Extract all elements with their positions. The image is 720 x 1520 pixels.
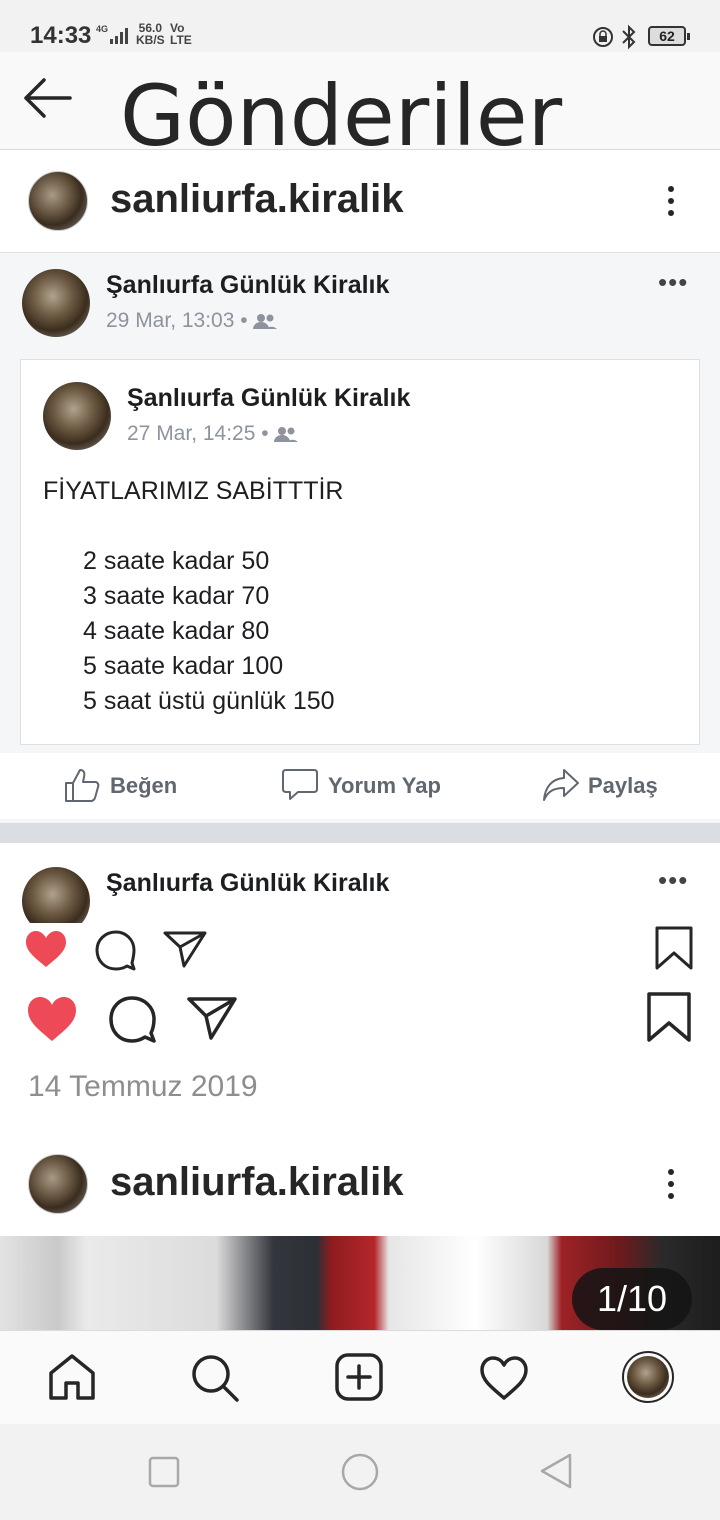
fb-next-avatar <box>22 867 90 923</box>
home-circle-icon[interactable] <box>340 1452 380 1492</box>
net-speed-unit: KB/S <box>136 33 165 47</box>
net-speed: 56.0 KB/S <box>136 22 165 46</box>
comment-bubble-icon <box>282 769 318 800</box>
post-header: sanliurfa.kiralik <box>0 1134 720 1234</box>
volte-indicator: Vo LTE <box>170 22 192 46</box>
fb-inner-time-text: 27 Mar, 14:25 • <box>127 422 269 445</box>
fb-avatar <box>22 269 90 337</box>
fb-next-author: Şanlıurfa Günlük Kiralık <box>106 869 390 897</box>
search-icon[interactable] <box>190 1353 240 1403</box>
add-post-icon[interactable] <box>335 1353 383 1401</box>
friends-icon <box>253 314 278 330</box>
fb-inner-timestamp: 27 Mar, 14:25 • <box>127 422 299 446</box>
more-options-icon[interactable] <box>668 1169 676 1205</box>
fb-comment-label: Yorum Yap <box>328 773 441 798</box>
heart-icon[interactable] <box>479 1355 529 1401</box>
fb-next-more-icon: ••• <box>658 865 689 895</box>
fb-like-label: Beğen <box>110 773 178 798</box>
bookmark-icon[interactable] <box>646 991 692 1043</box>
post-header: sanliurfa.kiralik <box>0 151 720 251</box>
status-time: 14:33 <box>30 22 92 49</box>
profile-avatar[interactable] <box>622 1351 674 1403</box>
page-title: Gönderiler <box>120 67 563 150</box>
post-image: Şanlıurfa Günlük Kiralık 29 Mar, 13:03 •… <box>0 252 720 972</box>
post-date: 14 Temmuz 2019 <box>28 1070 258 1103</box>
fb-action-bar: Beğen Yorum Yap Paylaş <box>0 753 720 819</box>
signal-icon <box>110 28 128 44</box>
system-nav-bar <box>0 1424 720 1520</box>
carousel-counter: 1/10 <box>572 1268 692 1330</box>
post-username[interactable]: sanliurfa.kiralik <box>110 1160 403 1205</box>
avatar[interactable] <box>28 171 88 231</box>
like-heart-icon[interactable] <box>26 995 78 1043</box>
more-options-icon[interactable] <box>668 186 676 222</box>
fb-time-text: 29 Mar, 13:03 • <box>106 309 248 332</box>
fb-price-line: 2 saate kadar 50 <box>83 547 270 575</box>
recents-square-icon[interactable] <box>148 1456 180 1488</box>
comment-icon <box>95 930 136 971</box>
post-username[interactable]: sanliurfa.kiralik <box>110 177 403 222</box>
friends-icon <box>274 427 299 443</box>
thumbs-up-icon <box>65 769 100 802</box>
bookmark-icon <box>655 926 693 970</box>
comment-icon[interactable] <box>108 995 158 1043</box>
bluetooth-icon <box>622 24 636 50</box>
fb-inner-avatar <box>43 382 111 450</box>
post-actions <box>0 975 720 1065</box>
battery-icon: 62 <box>648 26 690 46</box>
fb-share-label: Paylaş <box>588 773 658 798</box>
fb-price-line: 4 saate kadar 80 <box>83 617 270 645</box>
share-arrow-icon <box>543 769 579 801</box>
fb-price-line: 5 saate kadar 100 <box>83 652 284 680</box>
profile-avatar-image <box>627 1356 669 1398</box>
fb-author: Şanlıurfa Günlük Kiralık <box>106 271 390 299</box>
fb-more-icon: ••• <box>658 267 689 297</box>
fb-price-line: 3 saate kadar 70 <box>83 582 270 610</box>
fb-next-post: Şanlıurfa Günlük Kiralık ••• <box>0 843 720 923</box>
bottom-tab-bar <box>0 1330 720 1424</box>
volte-bottom: LTE <box>170 33 192 47</box>
rotation-lock-icon <box>593 27 613 47</box>
back-triangle-icon[interactable] <box>538 1452 574 1490</box>
network-type: 4G <box>96 24 109 34</box>
home-icon[interactable] <box>48 1353 96 1401</box>
fb-body-title: FİYATLARIMIZ SABİTTTİR <box>43 477 344 505</box>
fb-separator <box>0 823 720 843</box>
heart-filled-icon <box>26 931 66 967</box>
fb-screenshot-ig-icons <box>0 923 720 972</box>
send-icon <box>163 931 207 968</box>
send-icon[interactable] <box>186 995 238 1041</box>
fb-price-line: 5 saat üstü günlük 150 <box>83 687 335 715</box>
title-clip: Gönderiler <box>0 52 720 150</box>
fb-inner-author: Şanlıurfa Günlük Kiralık <box>127 384 411 412</box>
fb-shared-post: Şanlıurfa Günlük Kiralık 27 Mar, 14:25 •… <box>20 359 700 745</box>
fb-timestamp: 29 Mar, 13:03 • <box>106 309 278 333</box>
avatar[interactable] <box>28 1154 88 1214</box>
